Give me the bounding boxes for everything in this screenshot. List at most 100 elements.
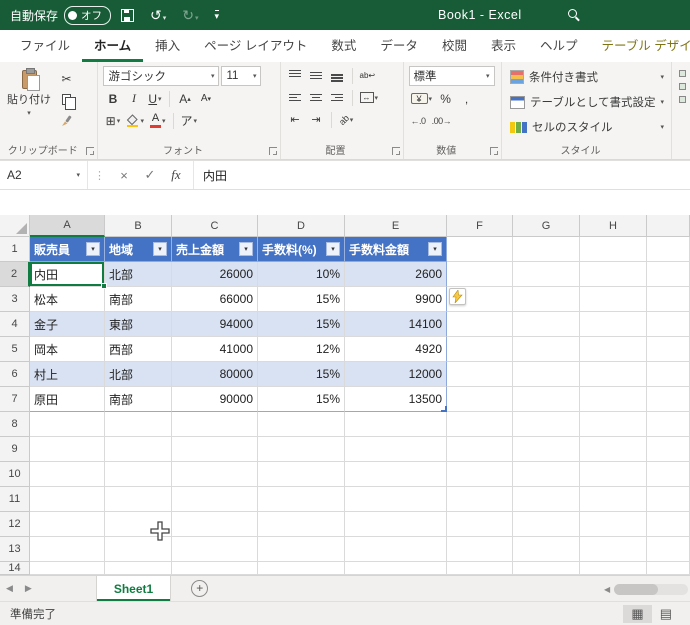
font-size-select[interactable]: 11 ▾ xyxy=(221,66,262,86)
cell-G1[interactable] xyxy=(513,237,580,262)
cell-H10[interactable] xyxy=(580,462,647,487)
row-header-8[interactable]: 8 xyxy=(0,412,30,437)
tab-view[interactable]: 表示 xyxy=(479,28,528,62)
italic-button[interactable]: I xyxy=(124,89,143,108)
cell-G3[interactable] xyxy=(513,287,580,312)
row-header-6[interactable]: 6 xyxy=(0,362,30,387)
cell-F5[interactable] xyxy=(447,337,513,362)
cell-I11[interactable] xyxy=(647,487,690,512)
cell-I4[interactable] xyxy=(647,312,690,337)
cell-I9[interactable] xyxy=(647,437,690,462)
cell-E4[interactable]: 14100 xyxy=(345,312,447,337)
autosave-toggle[interactable]: 自動保存 オフ xyxy=(10,5,112,25)
cell-F4[interactable] xyxy=(447,312,513,337)
column-header-D[interactable]: D xyxy=(258,215,345,237)
font-dialog-launcher-icon[interactable] xyxy=(268,147,277,155)
decrease-font-size-button[interactable]: A ▾ xyxy=(196,89,215,108)
increase-decimal-button[interactable]: ←.0 xyxy=(409,111,428,130)
cell-H11[interactable] xyxy=(580,487,647,512)
row-header-4[interactable]: 4 xyxy=(0,312,30,337)
cell-styles-button[interactable]: セルのスタイル ▾ xyxy=(507,116,667,138)
cell-G6[interactable] xyxy=(513,362,580,387)
cell-E3[interactable]: 9900 xyxy=(345,287,447,312)
redo-button[interactable]: ↻ ▾ xyxy=(176,5,204,26)
cell-C9[interactable] xyxy=(172,437,258,462)
row-header-13[interactable]: 13 xyxy=(0,537,30,562)
column-header-C[interactable]: C xyxy=(172,215,258,237)
cell-E8[interactable] xyxy=(345,412,447,437)
cell-C11[interactable] xyxy=(172,487,258,512)
wrap-text-button[interactable]: ab ↩ xyxy=(358,66,378,85)
cell-D4[interactable]: 15% xyxy=(258,312,345,337)
cell-G13[interactable] xyxy=(513,537,580,562)
tab-insert[interactable]: 挿入 xyxy=(143,28,192,62)
phonetic-guide-button[interactable]: ア ▾ xyxy=(179,111,200,130)
tab-help[interactable]: ヘルプ xyxy=(528,28,590,62)
cell-E9[interactable] xyxy=(345,437,447,462)
cell-A8[interactable] xyxy=(30,412,105,437)
cell-G7[interactable] xyxy=(513,387,580,412)
cell-G11[interactable] xyxy=(513,487,580,512)
cell-H8[interactable] xyxy=(580,412,647,437)
cell-A3[interactable]: 松本 xyxy=(30,287,105,312)
cell-I12[interactable] xyxy=(647,512,690,537)
cell-G5[interactable] xyxy=(513,337,580,362)
cell-G8[interactable] xyxy=(513,412,580,437)
select-all-corner[interactable] xyxy=(0,215,30,237)
fill-color-button[interactable]: ▾ xyxy=(124,111,146,130)
cell-C8[interactable] xyxy=(172,412,258,437)
percent-style-button[interactable]: % xyxy=(436,89,455,108)
cell-F2[interactable] xyxy=(447,262,513,287)
cell-A12[interactable] xyxy=(30,512,105,537)
copy-button[interactable] xyxy=(57,90,76,110)
column-header-E[interactable]: E xyxy=(345,215,447,237)
cell-A4[interactable]: 金子 xyxy=(30,312,105,337)
cell-B8[interactable] xyxy=(105,412,172,437)
cell-D10[interactable] xyxy=(258,462,345,487)
cancel-entry-button[interactable]: × xyxy=(111,161,137,189)
row-header-10[interactable]: 10 xyxy=(0,462,30,487)
align-center-button[interactable] xyxy=(307,88,326,107)
cell-C4[interactable]: 94000 xyxy=(172,312,258,337)
increase-indent-button[interactable]: ⇥ xyxy=(307,110,326,129)
cell-D11[interactable] xyxy=(258,487,345,512)
scroll-left-icon[interactable]: ◀ xyxy=(600,585,614,594)
name-box[interactable]: A2 ▾ xyxy=(0,161,88,189)
cut-button[interactable]: ✂ xyxy=(57,69,76,88)
tab-home[interactable]: ホーム xyxy=(82,28,143,62)
cell-I5[interactable] xyxy=(647,337,690,362)
page-layout-view-button[interactable]: ▤ xyxy=(652,605,680,623)
align-bottom-button[interactable] xyxy=(328,66,347,85)
cell-I13[interactable] xyxy=(647,537,690,562)
row-header-5[interactable]: 5 xyxy=(0,337,30,362)
table-header-cell-C1[interactable]: 売上金額 ▾ xyxy=(172,237,258,262)
undo-button[interactable]: ↺ ▾ xyxy=(144,5,172,26)
cell-B5[interactable]: 西部 xyxy=(105,337,172,362)
filter-button-A1[interactable]: ▾ xyxy=(86,242,100,256)
comma-style-button[interactable]: , xyxy=(457,89,476,108)
cell-D5[interactable]: 12% xyxy=(258,337,345,362)
search-button[interactable] xyxy=(562,7,583,20)
cell-H12[interactable] xyxy=(580,512,647,537)
cell-B2[interactable]: 北部 xyxy=(105,262,172,287)
cell-D2[interactable]: 10% xyxy=(258,262,345,287)
cell-I14[interactable] xyxy=(647,562,690,575)
cell-E7[interactable]: 13500 xyxy=(345,387,447,412)
cell-I8[interactable] xyxy=(647,412,690,437)
cell-E13[interactable] xyxy=(345,537,447,562)
cell-F12[interactable] xyxy=(447,512,513,537)
cell-I7[interactable] xyxy=(647,387,690,412)
enter-entry-button[interactable]: ✓ xyxy=(137,161,163,189)
cell-I2[interactable] xyxy=(647,262,690,287)
row-header-9[interactable]: 9 xyxy=(0,437,30,462)
currency-format-button[interactable]: ¥ ▾ xyxy=(409,89,435,108)
sheet-nav-left-icon[interactable]: ◀ xyxy=(0,583,19,594)
cell-E11[interactable] xyxy=(345,487,447,512)
cell-H3[interactable] xyxy=(580,287,647,312)
cell-A2[interactable]: 内田 xyxy=(30,262,107,289)
sheet-tab-sheet1[interactable]: Sheet1 xyxy=(95,576,172,601)
cell-A11[interactable] xyxy=(30,487,105,512)
cell-B4[interactable]: 東部 xyxy=(105,312,172,337)
column-header-H[interactable]: H xyxy=(580,215,647,237)
insert-cells-icon[interactable] xyxy=(679,70,686,77)
